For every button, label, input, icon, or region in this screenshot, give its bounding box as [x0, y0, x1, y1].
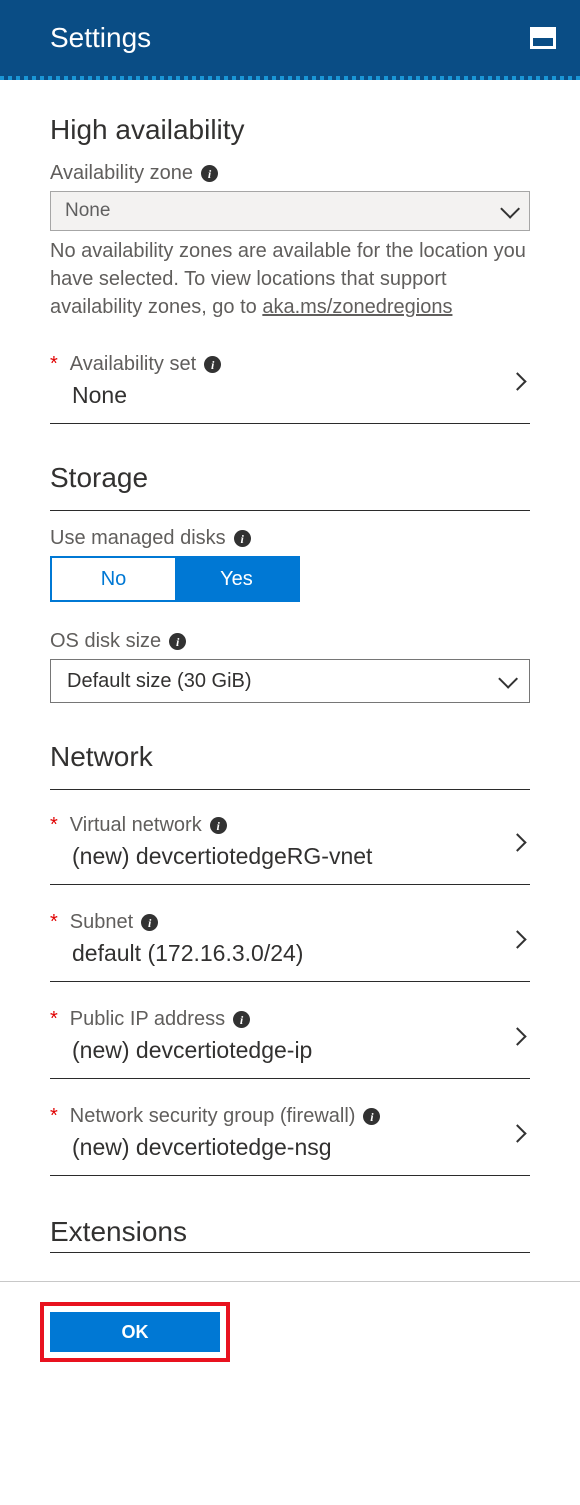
zoned-regions-link[interactable]: aka.ms/zonedregions [262, 296, 452, 318]
managed-disks-yes[interactable]: Yes [175, 558, 298, 600]
chevron-right-icon [508, 833, 526, 851]
availability-set-label: Availability set [70, 353, 196, 376]
ok-button[interactable]: OK [50, 1312, 220, 1352]
subnet-label: Subnet [70, 911, 133, 934]
info-icon[interactable]: i [210, 817, 227, 834]
info-icon[interactable]: i [234, 530, 251, 547]
extensions-divider [50, 1252, 530, 1253]
info-icon[interactable]: i [141, 914, 158, 931]
public-ip-value: (new) devcertiotedge-ip [50, 1037, 499, 1064]
blade-header: Settings [0, 0, 580, 76]
maximize-icon[interactable] [530, 27, 556, 49]
osdisk-label-row: OS disk size i [50, 630, 530, 653]
info-icon[interactable]: i [169, 633, 186, 650]
virtual-network-label: Virtual network [70, 814, 202, 837]
osdisk-label: OS disk size [50, 630, 161, 653]
chevron-right-icon [508, 1027, 526, 1045]
nsg-row[interactable]: * Network security group (firewall) i (n… [50, 1095, 530, 1176]
network-divider [50, 789, 530, 790]
info-icon[interactable]: i [233, 1011, 250, 1028]
chevron-right-icon [508, 930, 526, 948]
ok-button-highlight: OK [40, 1302, 230, 1362]
virtual-network-value: (new) devcertiotedgeRG-vnet [50, 843, 499, 870]
required-marker: * [50, 911, 58, 934]
availability-zone-value: None [65, 200, 110, 222]
availability-set-row[interactable]: * Availability set i None [50, 343, 530, 424]
blade-footer: OK [0, 1281, 580, 1388]
osdisk-select[interactable]: Default size (30 GiB) [50, 659, 530, 703]
section-high-availability-heading: High availability [50, 114, 530, 146]
chevron-down-icon [498, 669, 518, 689]
chevron-down-icon [500, 199, 520, 219]
managed-disks-no[interactable]: No [52, 558, 175, 600]
required-marker: * [50, 353, 58, 376]
subnet-value: default (172.16.3.0/24) [50, 940, 499, 967]
info-icon[interactable]: i [204, 356, 221, 373]
public-ip-label: Public IP address [70, 1008, 225, 1031]
availability-set-value: None [50, 382, 499, 409]
managed-disks-label: Use managed disks [50, 527, 226, 550]
info-icon[interactable]: i [363, 1108, 380, 1125]
required-marker: * [50, 814, 58, 837]
settings-blade: Settings High availability Availability … [0, 0, 580, 1388]
availability-zone-label-row: Availability zone i [50, 162, 530, 185]
info-icon[interactable]: i [201, 165, 218, 182]
section-storage-heading: Storage [50, 462, 530, 494]
subnet-row[interactable]: * Subnet i default (172.16.3.0/24) [50, 901, 530, 982]
managed-disks-toggle[interactable]: No Yes [50, 556, 300, 602]
blade-title: Settings [50, 22, 151, 54]
blade-content: High availability Availability zone i No… [0, 80, 580, 1253]
public-ip-row[interactable]: * Public IP address i (new) devcertioted… [50, 998, 530, 1079]
chevron-right-icon [508, 1124, 526, 1142]
chevron-right-icon [508, 372, 526, 390]
managed-disks-label-row: Use managed disks i [50, 527, 530, 550]
osdisk-value: Default size (30 GiB) [67, 670, 252, 693]
availability-zone-label: Availability zone [50, 162, 193, 185]
availability-zone-help: No availability zones are available for … [50, 237, 530, 321]
section-extensions-heading: Extensions [50, 1216, 530, 1248]
storage-divider [50, 510, 530, 511]
availability-zone-select: None [50, 191, 530, 231]
nsg-label: Network security group (firewall) [70, 1105, 356, 1128]
virtual-network-row[interactable]: * Virtual network i (new) devcertiotedge… [50, 804, 530, 885]
nsg-value: (new) devcertiotedge-nsg [50, 1134, 499, 1161]
section-network-heading: Network [50, 741, 530, 773]
required-marker: * [50, 1105, 58, 1128]
required-marker: * [50, 1008, 58, 1031]
